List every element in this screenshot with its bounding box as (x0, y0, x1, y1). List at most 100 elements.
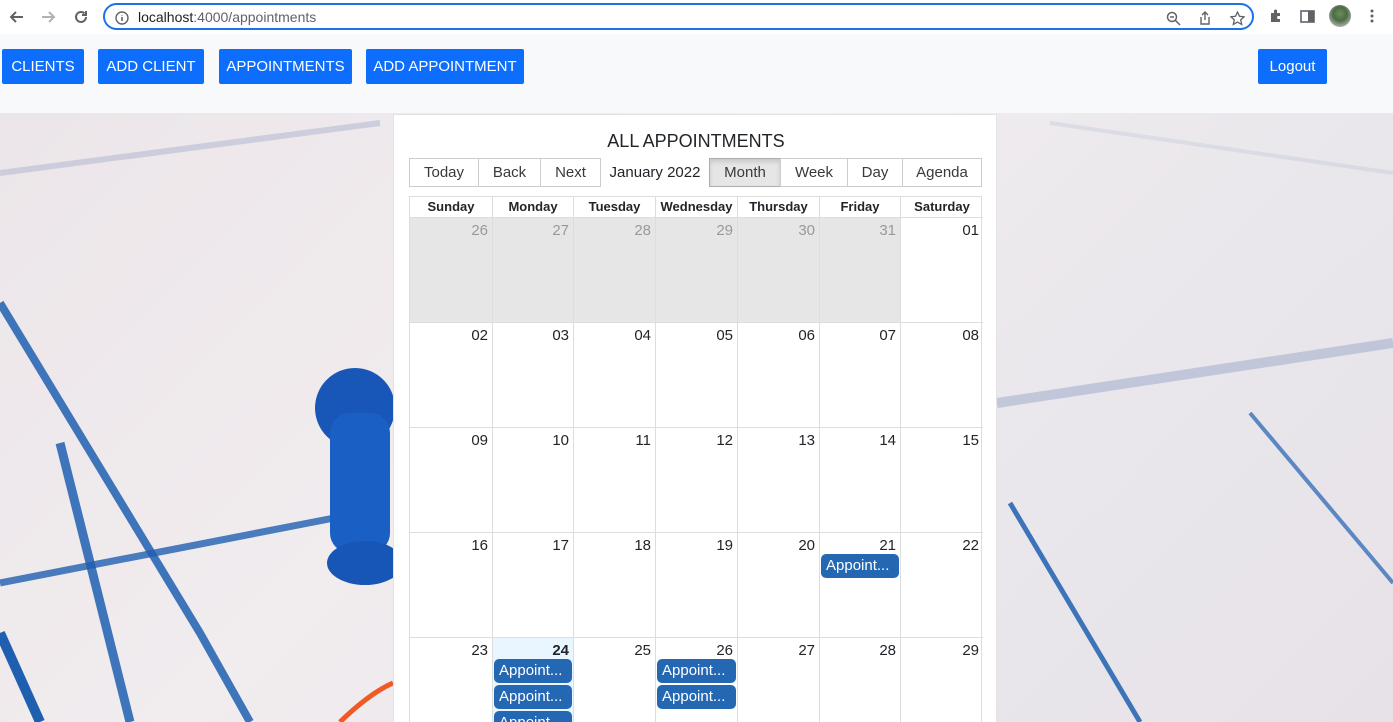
date-number[interactable]: 21 (879, 537, 896, 554)
day-cell[interactable]: 28 (819, 638, 900, 722)
agenda-view-button[interactable]: Agenda (902, 158, 982, 187)
day-cell[interactable]: 31 (819, 218, 900, 323)
bookmark-star-icon[interactable] (1228, 9, 1246, 27)
today-button[interactable]: Today (409, 158, 479, 187)
date-number[interactable]: 10 (552, 432, 569, 449)
date-number[interactable]: 31 (879, 222, 896, 239)
date-number[interactable]: 23 (471, 642, 488, 659)
date-number[interactable]: 26 (471, 222, 488, 239)
day-cell[interactable]: 02 (410, 323, 492, 428)
day-cell[interactable]: 27 (737, 638, 819, 722)
date-number[interactable]: 12 (716, 432, 733, 449)
date-number[interactable]: 08 (962, 327, 979, 344)
date-number[interactable]: 02 (471, 327, 488, 344)
date-number[interactable]: 13 (798, 432, 815, 449)
appointment-event[interactable]: Appoint... (494, 711, 572, 722)
add-client-button[interactable]: ADD CLIENT (98, 49, 204, 84)
date-number[interactable]: 29 (716, 222, 733, 239)
day-cell[interactable]: 18 (573, 533, 655, 638)
date-number[interactable]: 06 (798, 327, 815, 344)
date-number[interactable]: 28 (879, 642, 896, 659)
date-number[interactable]: 26 (716, 642, 733, 659)
address-bar[interactable]: localhost:4000/appointments (103, 3, 1254, 30)
date-number[interactable]: 15 (962, 432, 979, 449)
day-cell[interactable]: 07 (819, 323, 900, 428)
date-number[interactable]: 27 (552, 222, 569, 239)
appointment-event[interactable]: Appoint... (657, 659, 736, 683)
more-menu-icon[interactable] (1361, 5, 1383, 27)
info-icon[interactable] (113, 9, 131, 27)
day-cell[interactable]: 29 (655, 218, 737, 323)
date-number[interactable]: 01 (962, 222, 979, 239)
date-number[interactable]: 29 (962, 642, 979, 659)
day-cell[interactable]: 12 (655, 428, 737, 533)
zoom-icon[interactable] (1164, 9, 1182, 27)
appointment-event[interactable]: Appoint... (821, 554, 899, 578)
forward-arrow-icon[interactable] (36, 5, 60, 29)
day-cell[interactable]: 29 (900, 638, 983, 722)
date-number[interactable]: 28 (634, 222, 651, 239)
day-cell[interactable]: 09 (410, 428, 492, 533)
date-number[interactable]: 20 (798, 537, 815, 554)
clients-button[interactable]: CLIENTS (2, 49, 84, 84)
date-number[interactable]: 05 (716, 327, 733, 344)
date-number[interactable]: 16 (471, 537, 488, 554)
side-panel-icon[interactable] (1296, 5, 1318, 27)
day-cell[interactable]: 19 (655, 533, 737, 638)
day-cell[interactable]: 24Appoint...Appoint...Appoint... (492, 638, 573, 722)
month-view-button[interactable]: Month (709, 158, 781, 187)
appointment-event[interactable]: Appoint... (494, 685, 572, 709)
share-icon[interactable] (1196, 9, 1214, 27)
date-number[interactable]: 11 (635, 432, 651, 449)
date-number[interactable]: 25 (634, 642, 651, 659)
appointments-button[interactable]: APPOINTMENTS (219, 49, 352, 84)
add-appointment-button[interactable]: ADD APPOINTMENT (366, 49, 524, 84)
date-number[interactable]: 18 (634, 537, 651, 554)
day-cell[interactable]: 30 (737, 218, 819, 323)
extensions-icon[interactable] (1265, 5, 1287, 27)
day-cell[interactable]: 04 (573, 323, 655, 428)
reload-icon[interactable] (69, 5, 93, 29)
day-cell[interactable]: 15 (900, 428, 983, 533)
day-cell[interactable]: 23 (410, 638, 492, 722)
day-cell[interactable]: 17 (492, 533, 573, 638)
day-cell[interactable]: 01 (900, 218, 983, 323)
back-arrow-icon[interactable] (5, 5, 29, 29)
profile-avatar[interactable] (1329, 5, 1351, 27)
day-cell[interactable]: 16 (410, 533, 492, 638)
day-cell[interactable]: 28 (573, 218, 655, 323)
logout-button[interactable]: Logout (1258, 49, 1327, 84)
day-cell[interactable]: 10 (492, 428, 573, 533)
date-number[interactable]: 24 (552, 642, 569, 659)
day-cell[interactable]: 03 (492, 323, 573, 428)
day-cell[interactable]: 27 (492, 218, 573, 323)
date-number[interactable]: 14 (879, 432, 896, 449)
day-cell[interactable]: 13 (737, 428, 819, 533)
week-view-button[interactable]: Week (780, 158, 848, 187)
appointment-event[interactable]: Appoint... (657, 685, 736, 709)
day-cell[interactable]: 21 Appoint... (819, 533, 900, 638)
date-number[interactable]: 27 (798, 642, 815, 659)
date-number[interactable]: 30 (798, 222, 815, 239)
date-number[interactable]: 04 (634, 327, 651, 344)
day-cell[interactable]: 20 (737, 533, 819, 638)
day-cell[interactable]: 25 (573, 638, 655, 722)
date-number[interactable]: 07 (879, 327, 896, 344)
date-number[interactable]: 19 (716, 537, 733, 554)
day-cell[interactable]: 11 (573, 428, 655, 533)
day-cell[interactable]: 14 (819, 428, 900, 533)
day-cell[interactable]: 26 Appoint... Appoint... (655, 638, 737, 722)
next-button[interactable]: Next (540, 158, 601, 187)
day-view-button[interactable]: Day (847, 158, 903, 187)
day-cell[interactable]: 22 (900, 533, 983, 638)
back-button[interactable]: Back (478, 158, 541, 187)
day-cell[interactable]: 05 (655, 323, 737, 428)
appointment-event[interactable]: Appoint... (494, 659, 572, 683)
day-cell[interactable]: 06 (737, 323, 819, 428)
date-number[interactable]: 17 (552, 537, 569, 554)
date-number[interactable]: 03 (552, 327, 569, 344)
day-cell[interactable]: 26 (410, 218, 492, 323)
day-cell[interactable]: 08 (900, 323, 983, 428)
date-number[interactable]: 22 (962, 537, 979, 554)
date-number[interactable]: 09 (471, 432, 488, 449)
